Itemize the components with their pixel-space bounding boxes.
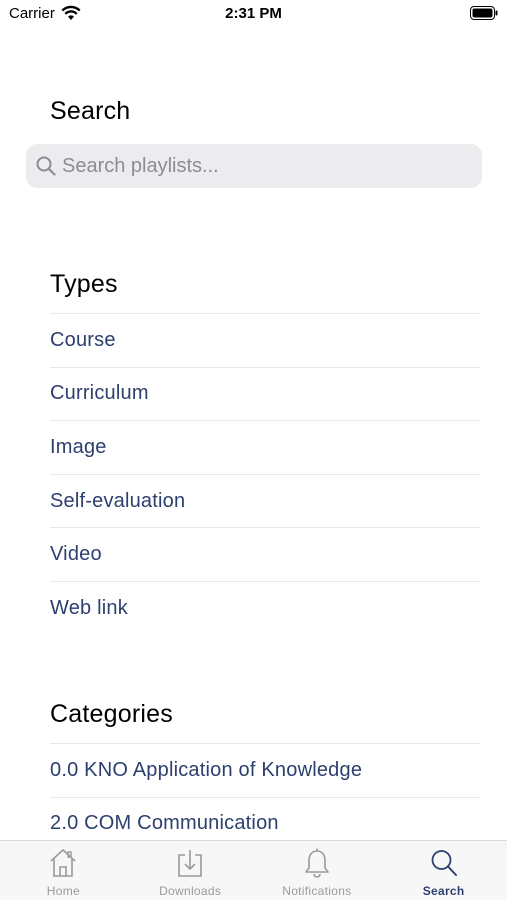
bell-icon <box>305 848 329 878</box>
types-list: Course Curriculum Image Self-evaluation … <box>50 313 480 635</box>
tab-home-label: Home <box>46 884 80 898</box>
type-item-image[interactable]: Image <box>50 420 480 474</box>
tab-notifications-label: Notifications <box>282 884 352 898</box>
tab-search[interactable]: Search <box>380 841 507 900</box>
download-icon <box>178 850 202 877</box>
search-screen[interactable]: Search Types Course Curriculum Image Sel… <box>0 30 507 840</box>
type-item-curriculum[interactable]: Curriculum <box>50 366 480 421</box>
battery-icon <box>470 6 498 20</box>
search-title: Search <box>50 97 131 125</box>
type-item-video[interactable]: Video <box>50 527 480 581</box>
search-icon <box>431 850 457 876</box>
categories-title: Categories <box>50 700 173 728</box>
tab-home[interactable]: Home <box>0 841 127 900</box>
category-item[interactable]: 2.0 COM Communication <box>50 796 480 840</box>
search-bar[interactable] <box>26 144 482 188</box>
tab-bar: Home Downloads Notifications Search <box>0 840 507 900</box>
type-item-self-evaluation[interactable]: Self-evaluation <box>50 473 480 528</box>
home-icon <box>50 849 76 877</box>
categories-list: 0.0 KNO Application of Knowledge 2.0 COM… <box>50 743 480 840</box>
type-item-course[interactable]: Course <box>50 313 480 367</box>
status-bar: Carrier 2:31 PM <box>0 0 507 30</box>
search-icon <box>36 156 56 176</box>
tab-downloads-label: Downloads <box>159 884 222 898</box>
tab-notifications[interactable]: Notifications <box>254 841 381 900</box>
category-item[interactable]: 0.0 KNO Application of Knowledge <box>50 743 480 797</box>
search-input[interactable] <box>62 144 472 188</box>
type-item-web-link[interactable]: Web link <box>50 580 480 635</box>
clock: 2:31 PM <box>225 5 282 22</box>
tab-downloads[interactable]: Downloads <box>127 841 254 900</box>
tab-search-label: Search <box>422 884 465 898</box>
types-title: Types <box>50 270 118 298</box>
